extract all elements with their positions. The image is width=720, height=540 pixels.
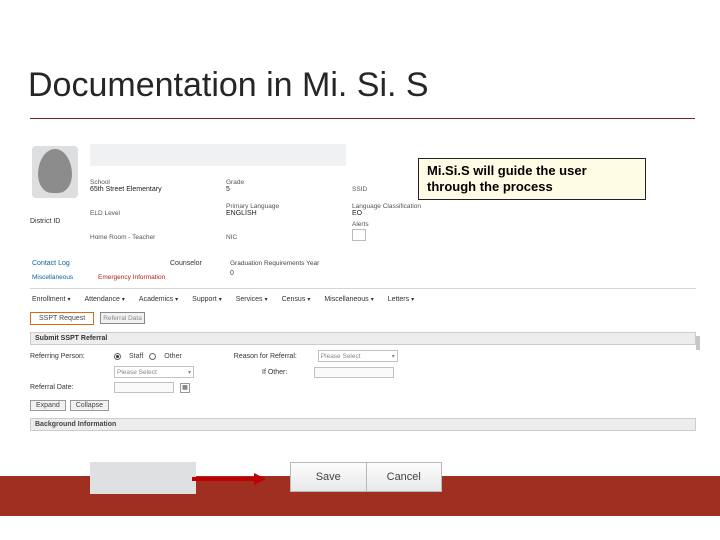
student-name-placeholder bbox=[90, 144, 346, 166]
arrow-annotation bbox=[192, 476, 270, 482]
link-maintenance[interactable]: Miscellaneous bbox=[32, 274, 73, 281]
divider bbox=[30, 288, 696, 289]
chevron-down-icon: ▾ bbox=[188, 369, 191, 376]
chevron-down-icon: ▾ bbox=[122, 296, 125, 303]
tab-census[interactable]: Census▾ bbox=[282, 292, 311, 306]
select-reason[interactable]: Please Select▾ bbox=[318, 350, 398, 362]
tab-services[interactable]: Services▾ bbox=[236, 292, 268, 306]
expand-button[interactable]: Expand bbox=[30, 400, 66, 411]
field-school: School 65th Street Elementary bbox=[90, 172, 220, 194]
radio-other[interactable] bbox=[149, 353, 156, 360]
link-emergency[interactable]: Emergency Information bbox=[98, 274, 165, 281]
save-cancel-bar: Save Cancel bbox=[290, 462, 442, 492]
counselor-label: Counselor bbox=[170, 260, 202, 267]
tab-attendance[interactable]: Attendance▾ bbox=[84, 292, 124, 306]
input-referral-date[interactable] bbox=[114, 382, 174, 393]
save-button[interactable]: Save bbox=[291, 463, 367, 491]
chevron-down-icon: ▾ bbox=[411, 296, 414, 303]
tab-academics[interactable]: Academics▾ bbox=[139, 292, 178, 306]
scrollbar-thumb[interactable] bbox=[696, 336, 700, 350]
form-header: Submit SSPT Referral bbox=[30, 332, 696, 345]
scrollbar[interactable] bbox=[696, 312, 700, 432]
label-referring-person: Referring Person: bbox=[30, 353, 108, 360]
subtab-bar: SSPT Request Referral Data bbox=[30, 312, 145, 325]
chevron-down-icon: ▾ bbox=[67, 296, 70, 303]
row-select-other: Please Select▾ If Other: bbox=[30, 366, 696, 378]
subtab-sspt-request[interactable]: SSPT Request bbox=[30, 312, 94, 325]
district-id-label: District ID bbox=[30, 218, 60, 225]
tab-bar: Enrollment▾ Attendance▾ Academics▾ Suppo… bbox=[30, 292, 696, 306]
field-homeroom: Home Room - Teacher bbox=[90, 220, 220, 242]
section-background-info[interactable]: Background Information bbox=[30, 418, 696, 431]
row-referring-person: Referring Person: Staff Other Reason for… bbox=[30, 350, 696, 362]
input-if-other[interactable] bbox=[314, 367, 394, 378]
field-primary-language: Primary Language ENGLISH bbox=[226, 196, 346, 218]
field-alerts: Alerts bbox=[352, 220, 472, 242]
select-staff[interactable]: Please Select▾ bbox=[114, 366, 194, 378]
field-grad-year: Graduation Requirements Year 0 bbox=[230, 258, 320, 267]
subtab-referral-data[interactable]: Referral Data bbox=[100, 312, 145, 324]
chevron-down-icon: ▾ bbox=[265, 296, 268, 303]
field-grade: Grade 5 bbox=[226, 172, 346, 194]
label-if-other: If Other: bbox=[262, 369, 308, 376]
field-eld: ELD Level bbox=[90, 196, 220, 218]
label-referral-date: Referral Date: bbox=[30, 384, 108, 391]
chevron-down-icon: ▾ bbox=[175, 296, 178, 303]
grey-block bbox=[90, 462, 196, 494]
avatar bbox=[32, 146, 78, 198]
collapse-button[interactable]: Collapse bbox=[70, 400, 109, 411]
chevron-down-icon: ▾ bbox=[371, 296, 374, 303]
expand-collapse: Expand Collapse bbox=[30, 400, 109, 411]
callout-box: Mi.Si.S will guide the user through the … bbox=[418, 158, 646, 200]
chevron-down-icon: ▾ bbox=[307, 296, 310, 303]
row-referral-date: Referral Date: ▦ bbox=[30, 382, 696, 393]
title-underline bbox=[30, 118, 695, 119]
tab-support[interactable]: Support▾ bbox=[192, 292, 222, 306]
tab-enrollment[interactable]: Enrollment▾ bbox=[32, 292, 70, 306]
cancel-button[interactable]: Cancel bbox=[367, 463, 442, 491]
radio-staff[interactable] bbox=[114, 353, 121, 360]
slide-title: Documentation in Mi. Si. S bbox=[28, 66, 429, 105]
tab-letters[interactable]: Letters▾ bbox=[388, 292, 414, 306]
label-reason: Reason for Referral: bbox=[234, 353, 312, 360]
alerts-box bbox=[352, 229, 366, 241]
link-contact-log[interactable]: Contact Log bbox=[32, 260, 70, 267]
calendar-icon[interactable]: ▦ bbox=[180, 383, 190, 393]
chevron-down-icon: ▾ bbox=[392, 353, 395, 360]
chevron-down-icon: ▾ bbox=[219, 296, 222, 303]
field-nic: NIC bbox=[226, 220, 346, 242]
tab-misc[interactable]: Miscellaneous▾ bbox=[324, 292, 373, 306]
